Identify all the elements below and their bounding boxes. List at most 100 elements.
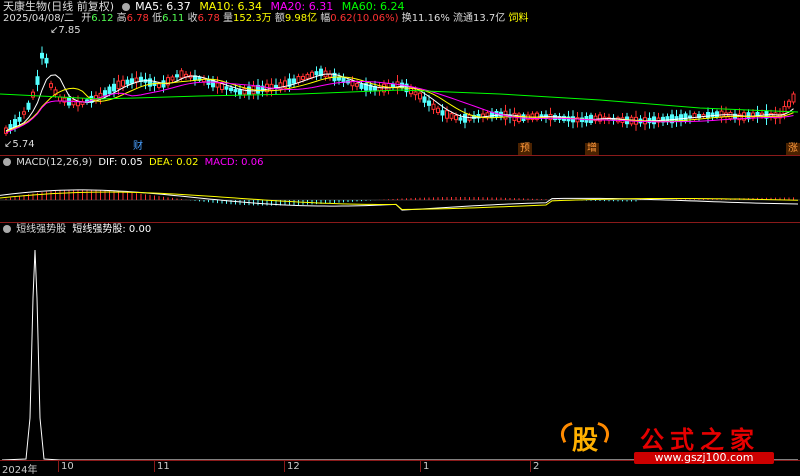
candle-body (490, 111, 494, 118)
axis-label-nov: 11 (154, 461, 170, 472)
low-label: 低 (152, 13, 163, 24)
candle-body (116, 80, 121, 90)
event-tag-forecast[interactable]: 预 (518, 143, 532, 155)
candle-body (355, 83, 359, 87)
candle-body (130, 78, 134, 84)
change-value: 0.62(10.06%) (330, 13, 399, 24)
candle-body (427, 100, 431, 106)
candle-body (463, 113, 467, 123)
high-value: 6.78 (126, 13, 149, 24)
candle-body (148, 78, 152, 87)
candlestick-chart[interactable] (0, 24, 800, 154)
change-label: 幅 (320, 13, 331, 24)
dif-label: DIF: 0.05 (98, 157, 143, 168)
candle-body (728, 111, 733, 120)
candle-body (58, 96, 62, 102)
candle-body (112, 83, 116, 92)
event-tag-increase[interactable]: 增 (585, 143, 599, 155)
float-label: 流通 (453, 13, 474, 24)
candle-body (35, 76, 40, 85)
candle-body (184, 73, 188, 78)
candle-body (359, 83, 364, 89)
indicator-settings-icon[interactable] (3, 225, 11, 233)
high-price-mark: ↙7.85 (50, 25, 81, 36)
candle-body (706, 112, 710, 119)
candle-body (436, 107, 440, 114)
candle-body (296, 76, 301, 84)
candle-body (107, 86, 112, 95)
candle-body (692, 113, 697, 121)
candle-body (314, 71, 319, 76)
candle-body (22, 111, 26, 115)
candle-body (337, 76, 341, 81)
watermark-logo: 股 公式之家 www.gszj100.com (557, 418, 798, 466)
candle-body (175, 74, 179, 78)
candle-body (418, 92, 422, 100)
candle-body (31, 91, 35, 98)
candle-body (431, 103, 436, 110)
candle-body (179, 70, 184, 79)
event-tag-finance[interactable]: 财 (131, 141, 145, 153)
panel-divider-2 (0, 222, 800, 223)
turnover-label: 换 (401, 13, 412, 24)
high-label: 高 (116, 13, 127, 24)
date-label: 2025/04/08/二 (3, 13, 75, 24)
candle-body (494, 110, 499, 118)
candle-body (220, 83, 224, 91)
site-url: www.gszj100.com (634, 452, 774, 464)
candle-body (233, 89, 238, 93)
amount-value: 9.98亿 (284, 13, 318, 24)
settings-dot-icon[interactable] (121, 3, 130, 11)
candle-body (134, 77, 139, 83)
event-tag-limit-up[interactable]: 涨 (786, 143, 800, 155)
candle-body (485, 112, 490, 119)
candle-body (458, 117, 463, 121)
candle-body (292, 78, 296, 84)
turnover-value: 11.16% (411, 13, 450, 24)
amount-label: 额 (274, 13, 285, 24)
macd-value-label: MACD: 0.06 (204, 157, 264, 168)
low-value: 6.11 (162, 13, 185, 24)
indicator-header: 短线强势股 短线强势股: 0.00 (3, 224, 151, 236)
candle-body (422, 96, 427, 103)
candle-body (238, 89, 242, 95)
candle-body (157, 83, 161, 88)
volume-label: 量 (223, 13, 234, 24)
volume-value: 152.3万 (233, 13, 272, 24)
candle-body (44, 57, 49, 64)
candle-body (791, 93, 796, 103)
site-name: 公式之家 (640, 426, 760, 454)
axis-label-feb: 2 (530, 461, 539, 472)
candle-body (782, 105, 787, 115)
industry-label[interactable]: 饲料 (508, 13, 528, 24)
macd-settings-icon[interactable] (3, 158, 11, 166)
axis-label-year: 2024年 (2, 465, 38, 476)
indicator-title[interactable]: 短线强势股 (16, 224, 66, 235)
candle-body (413, 91, 418, 96)
candle-body (305, 73, 310, 79)
axis-label-dec: 12 (284, 461, 300, 472)
low-price-value: 5.74 (12, 139, 35, 150)
bull-horn-icon: 股 (557, 420, 613, 458)
macd-title[interactable]: MACD(12,26,9) (16, 157, 92, 168)
low-price-mark: ↙5.74 (4, 139, 35, 150)
axis-label-oct: 10 (58, 461, 74, 472)
candle-body (445, 110, 449, 119)
candle-body (310, 71, 314, 78)
close-label: 收 (187, 13, 198, 24)
candle-body (71, 99, 76, 106)
close-value: 6.78 (197, 13, 220, 24)
candle-body (229, 87, 233, 92)
dea-label: DEA: 0.02 (148, 157, 199, 168)
open-label: 开 (81, 13, 92, 24)
candle-body (26, 102, 31, 110)
indicator-value: 短线强势股: 0.00 (72, 224, 152, 235)
candle-body (121, 79, 125, 87)
open-value: 6.12 (91, 13, 114, 24)
candle-body (103, 90, 107, 96)
high-price-value: 7.85 (58, 25, 81, 36)
macd-header: MACD(12,26,9) DIF: 0.05 DEA: 0.02 MACD: … (3, 157, 263, 169)
macd-chart[interactable] (0, 170, 800, 220)
axis-label-jan: 1 (420, 461, 429, 472)
candle-body (715, 111, 719, 118)
